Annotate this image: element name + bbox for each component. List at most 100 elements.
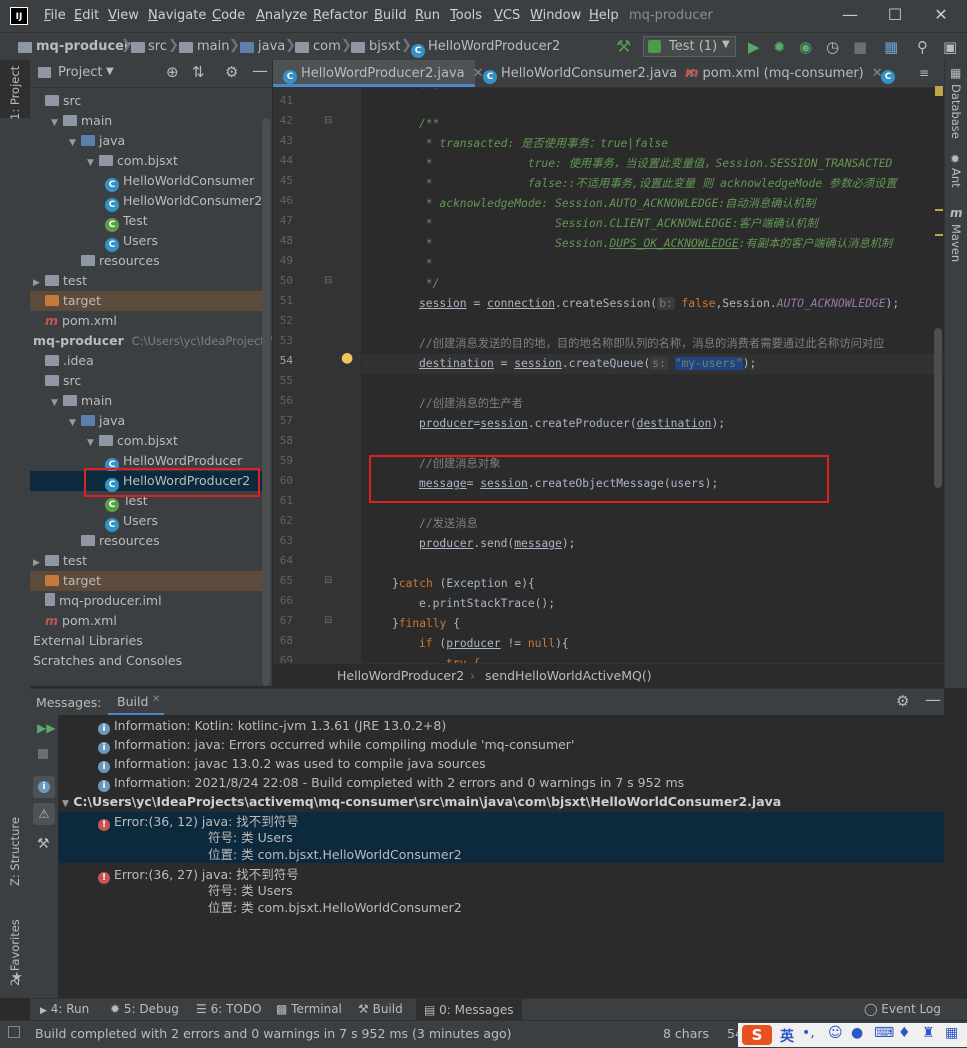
error-file-path[interactable]: ▼ C:\Users\yc\IdeaProjects\activemq\mq-c… bbox=[62, 792, 781, 811]
menu-tools[interactable]: Tools bbox=[450, 8, 482, 23]
hide-icon[interactable]: — bbox=[252, 61, 268, 80]
chevron-down-icon[interactable]: ▼ bbox=[87, 153, 99, 173]
tree-item[interactable]: ▼ java bbox=[30, 411, 262, 431]
menu-build[interactable]: Build bbox=[374, 8, 407, 23]
breadcrumb-project[interactable]: mq-producer bbox=[36, 39, 130, 54]
chevron-down-icon[interactable]: ▼ bbox=[51, 113, 63, 133]
emoji-icon[interactable]: ☺ bbox=[828, 1025, 843, 1041]
info-message[interactable]: i Information: Kotlin: kotlinc-jvm 1.3.6… bbox=[98, 716, 446, 735]
chevron-down-icon[interactable]: ▼ bbox=[87, 433, 99, 453]
locate-icon[interactable]: ⊕ bbox=[166, 63, 179, 81]
close-icon[interactable]: ✕ bbox=[927, 4, 955, 26]
toggle-tool-windows-icon[interactable] bbox=[8, 1026, 20, 1038]
tree-item[interactable]: resources bbox=[30, 531, 262, 551]
breadcrumb-com[interactable]: com bbox=[313, 39, 341, 54]
warning-marker[interactable] bbox=[935, 86, 943, 96]
info-message[interactable]: i Information: 2021/8/24 22:08 - Build c… bbox=[98, 773, 684, 792]
hammer-build-icon[interactable]: ⚒ bbox=[616, 39, 631, 56]
tree-item[interactable]: m pom.xml bbox=[30, 311, 262, 331]
tree-item[interactable]: .idea bbox=[30, 351, 262, 371]
toolbox-icon[interactable]: ▦ bbox=[945, 1025, 958, 1041]
gear-icon[interactable]: ⚙ bbox=[896, 692, 909, 710]
menu-view[interactable]: View bbox=[108, 8, 139, 23]
tree-item[interactable]: target bbox=[30, 291, 262, 311]
chevron-down-icon[interactable]: ▼ bbox=[69, 413, 81, 433]
menu-navigate[interactable]: Navigate bbox=[148, 8, 206, 23]
gear-icon[interactable]: ⚙ bbox=[225, 63, 238, 81]
lightbulb-icon[interactable]: ● bbox=[341, 350, 353, 366]
punctuation-icon[interactable]: •, bbox=[802, 1025, 815, 1041]
chevron-down-icon[interactable]: ▼ bbox=[106, 66, 114, 77]
menu-file[interactable]: File bbox=[44, 8, 66, 23]
warning-marker[interactable] bbox=[935, 234, 943, 236]
tab-debug[interactable]: ✹ 5: Debug bbox=[110, 1002, 179, 1016]
minimize-icon[interactable]: — bbox=[836, 4, 864, 26]
info-message[interactable]: i Information: javac 13.0.2 was used to … bbox=[98, 754, 486, 773]
chevron-right-icon[interactable]: ▶ bbox=[33, 273, 45, 293]
breadcrumb-class-name[interactable]: HelloWordProducer2 bbox=[337, 668, 464, 683]
tab-terminal[interactable]: ▩ Terminal bbox=[276, 1002, 342, 1016]
rerun-icon[interactable]: ▶▶ bbox=[37, 721, 55, 735]
menu-refactor[interactable]: Refactor bbox=[313, 8, 368, 23]
menu-analyze[interactable]: Analyze bbox=[256, 8, 307, 23]
warning-marker[interactable] bbox=[935, 209, 943, 211]
tree-item[interactable]: Scratches and Consoles bbox=[30, 651, 262, 671]
skin-icon[interactable]: ♦ bbox=[898, 1025, 911, 1041]
tab-overflow[interactable]: C bbox=[877, 60, 907, 87]
run-icon[interactable]: ▶ bbox=[748, 39, 760, 55]
run-config-select[interactable]: Test (1) ▼ bbox=[643, 36, 736, 57]
tab-hellowordproducer2[interactable]: C HelloWordProducer2.java ✕ bbox=[273, 60, 484, 87]
tab-helloworldconsumer2[interactable]: C HelloWorldConsumer2.java ✕ bbox=[475, 60, 696, 87]
event-log-button[interactable]: ◯ Event Log bbox=[864, 1002, 941, 1016]
tree-item[interactable]: ▼ main bbox=[30, 111, 262, 131]
tree-item[interactable]: C Users bbox=[30, 511, 262, 532]
breadcrumb-bjsxt[interactable]: bjsxt bbox=[369, 39, 400, 54]
tree-item[interactable]: ▼ main bbox=[30, 391, 262, 411]
sogou-logo-icon[interactable]: S bbox=[742, 1025, 772, 1045]
tab-build-messages[interactable]: Build ✕ bbox=[108, 689, 164, 716]
stop-icon[interactable]: ■ bbox=[853, 39, 867, 55]
fold-icon[interactable]: ⊟ bbox=[324, 575, 332, 586]
project-scrollbar[interactable] bbox=[262, 118, 270, 686]
debug-bug-icon[interactable]: ✹ bbox=[773, 39, 786, 55]
tree-item[interactable]: C HelloWorldConsumer2 bbox=[30, 191, 262, 212]
project-structure-icon[interactable]: ▦ bbox=[884, 39, 898, 55]
tree-item[interactable]: ▼ java bbox=[30, 131, 262, 151]
fold-icon[interactable]: ⊟ bbox=[324, 115, 332, 126]
info-message[interactable]: i Information: java: Errors occurred whi… bbox=[98, 735, 574, 754]
hide-icon[interactable]: — bbox=[925, 690, 941, 709]
tree-item[interactable]: target bbox=[30, 571, 262, 591]
tree-item[interactable]: src bbox=[30, 371, 262, 391]
breadcrumb-method[interactable]: sendHelloWorldActiveMQ() bbox=[485, 668, 652, 683]
menu-vcs[interactable]: VCS bbox=[494, 8, 520, 23]
maven-tool-tab[interactable]: Maven bbox=[949, 224, 963, 262]
tree-item[interactable]: ▼ com.bjsxt bbox=[30, 151, 262, 171]
database-tool-tab[interactable]: Database bbox=[949, 84, 963, 139]
menu-edit[interactable]: Edit bbox=[74, 8, 99, 23]
warning-filter-icon[interactable]: ⚠ bbox=[33, 803, 55, 825]
editor-scrollbar[interactable] bbox=[934, 328, 942, 488]
microphone-icon[interactable]: ● bbox=[851, 1025, 863, 1041]
run-coverage-icon[interactable]: ◉ bbox=[799, 39, 812, 55]
chevron-down-icon[interactable]: ▼ bbox=[51, 393, 63, 413]
profile-icon[interactable]: ◷ bbox=[826, 39, 839, 55]
tree-item[interactable]: ▶ test bbox=[30, 551, 262, 571]
tree-item[interactable]: mq-producer.iml bbox=[30, 591, 262, 611]
tab-run[interactable]: ▶ 4: Run bbox=[40, 1002, 89, 1016]
ant-tool-tab[interactable]: Ant bbox=[949, 168, 963, 188]
run-anything-icon[interactable]: ▣ bbox=[943, 39, 957, 55]
tree-item[interactable]: C Test bbox=[30, 211, 262, 232]
tabs-menu-icon[interactable]: ≡ bbox=[919, 66, 929, 80]
tab-build[interactable]: ⚒ Build bbox=[358, 1002, 403, 1016]
code-editor[interactable]: (); /** * transacted: 是否使用事务：true|false … bbox=[362, 88, 944, 663]
selected-error[interactable]: ! Error:(36, 12) java: 找不到符号 符号: 类 Users… bbox=[58, 812, 944, 863]
wrench-icon[interactable]: ⚒ bbox=[37, 836, 50, 852]
keyboard-icon[interactable]: ⌨ bbox=[874, 1025, 894, 1041]
chevron-down-icon[interactable]: ▼ bbox=[69, 133, 81, 153]
tree-item[interactable]: ▶ test bbox=[30, 271, 262, 291]
tab-pom-xml-consumer[interactable]: m pom.xml (mq-consumer) ✕ bbox=[677, 60, 883, 87]
menu-run[interactable]: Run bbox=[415, 8, 440, 23]
status-message[interactable]: Build completed with 2 errors and 0 warn… bbox=[35, 1026, 512, 1041]
tree-item[interactable]: src bbox=[30, 91, 262, 111]
menu-code[interactable]: Code bbox=[212, 8, 245, 23]
